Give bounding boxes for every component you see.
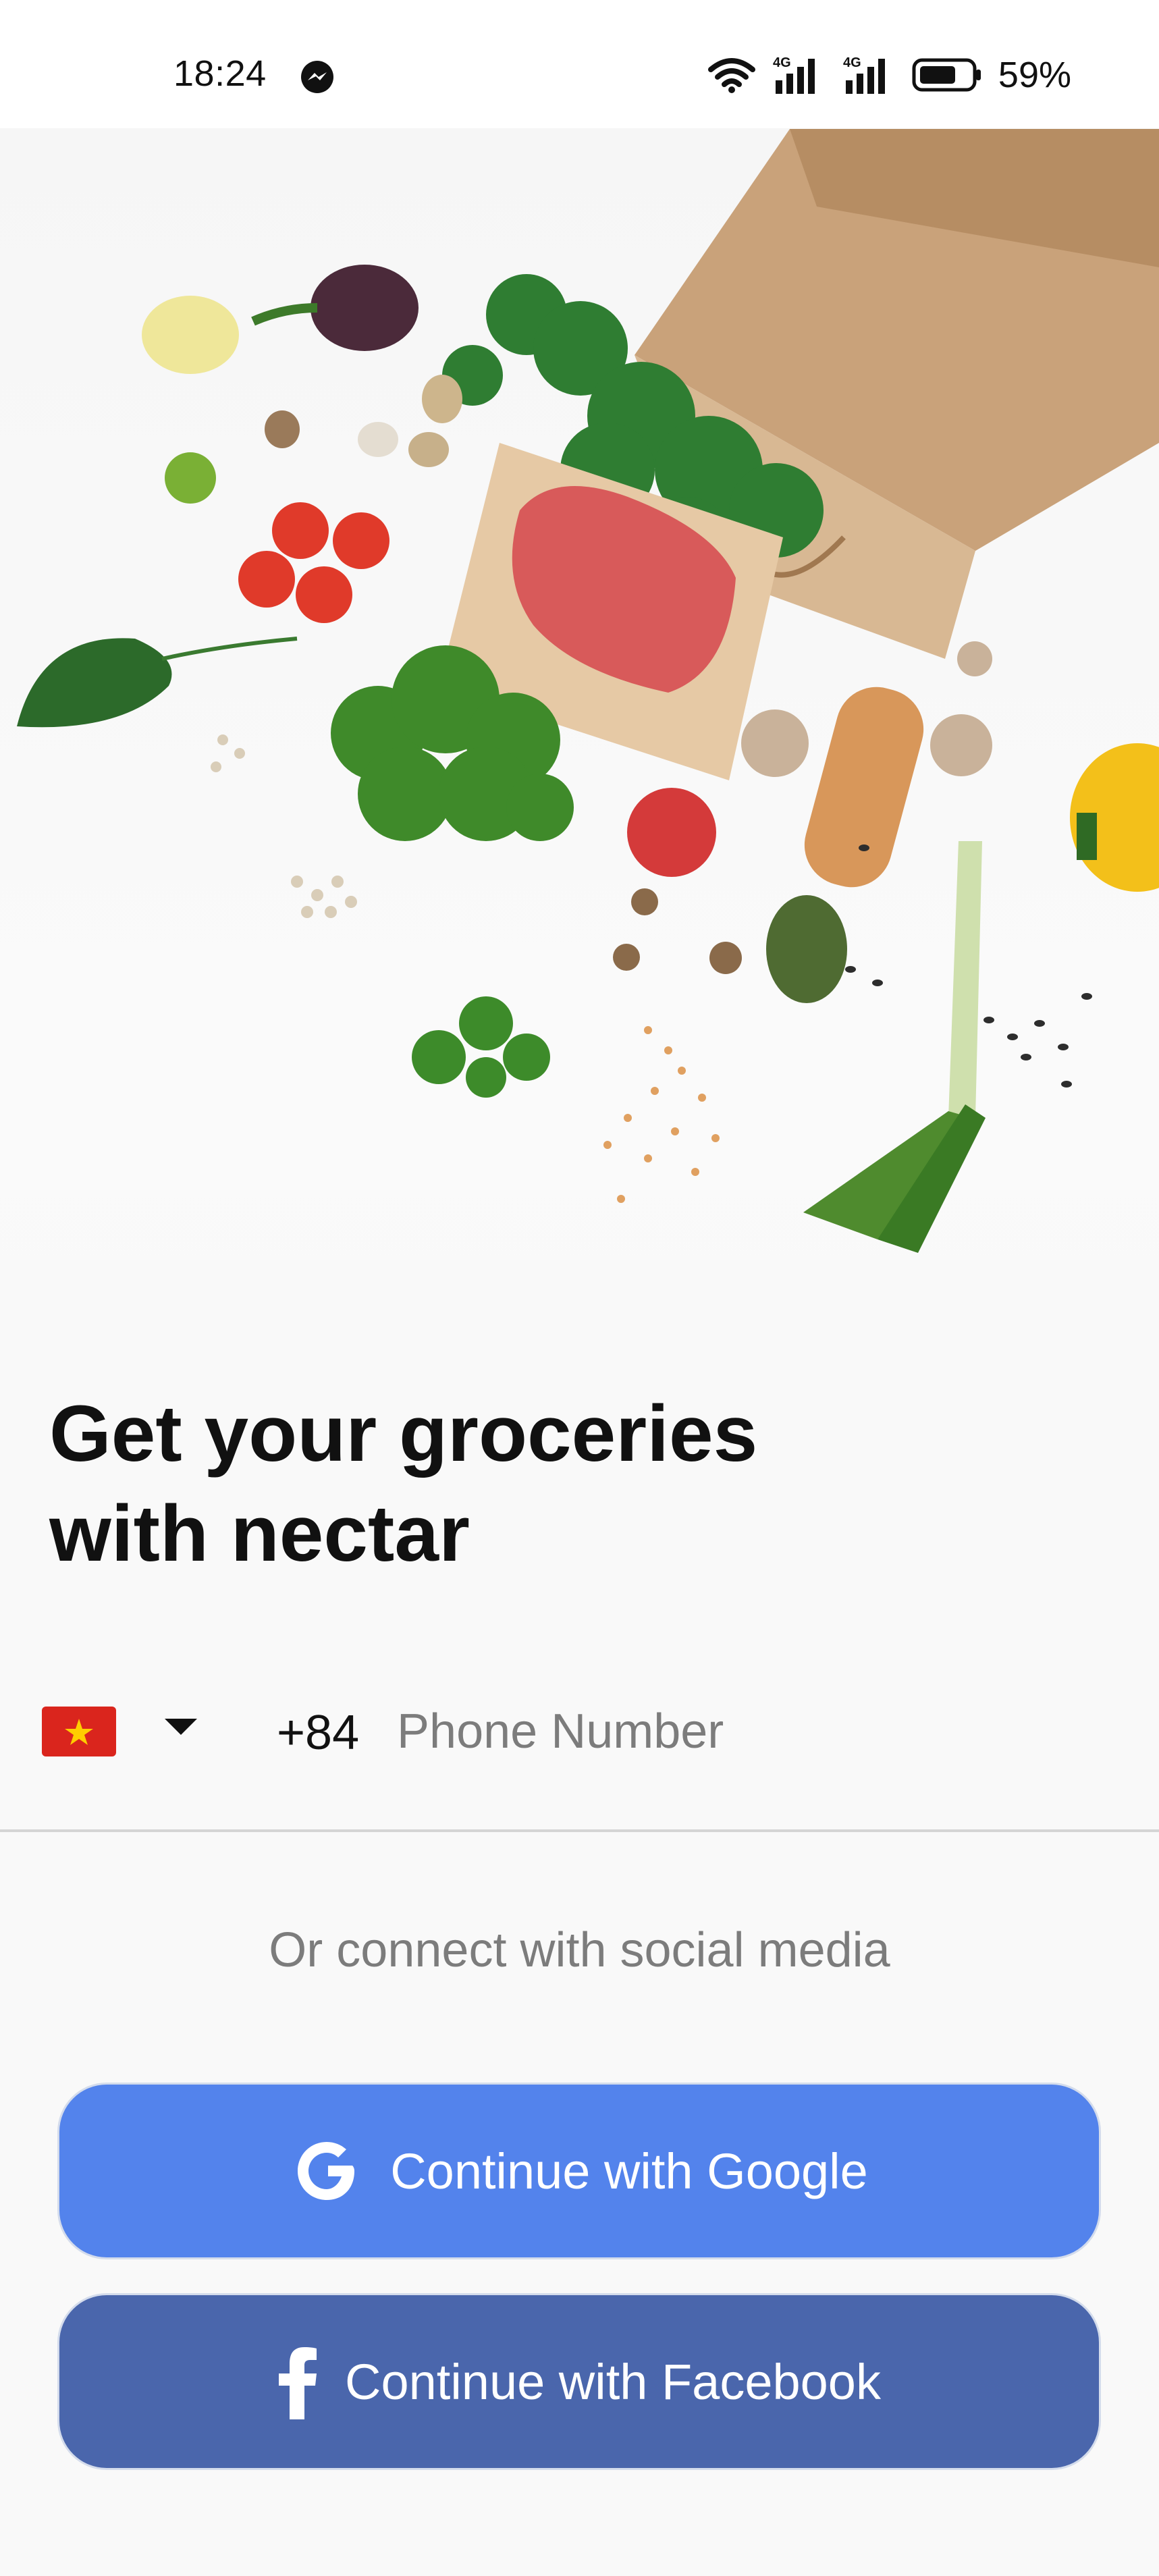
leek-icon bbox=[803, 841, 986, 1253]
herb-sprig-icon bbox=[412, 996, 550, 1098]
page-title-line2: with nectar bbox=[49, 1489, 470, 1578]
yellow-pepper-icon bbox=[1070, 743, 1159, 892]
status-time: 18:24 bbox=[173, 53, 267, 94]
lime-icon bbox=[165, 452, 216, 504]
page-title-line1: Get your groceries bbox=[49, 1389, 758, 1478]
avocado-icon bbox=[766, 895, 847, 1003]
battery-icon bbox=[912, 58, 981, 92]
phone-number-input[interactable] bbox=[397, 1694, 1106, 1769]
groceries-hero-image bbox=[0, 65, 1159, 1320]
google-button-label: Continue with Google bbox=[390, 2143, 868, 2199]
messenger-icon bbox=[301, 61, 333, 93]
bread-icon bbox=[804, 687, 924, 888]
battery-percentage: 59% bbox=[998, 55, 1071, 95]
continue-with-google-button[interactable]: Continue with Google bbox=[59, 2085, 1099, 2257]
status-bar: 18:24 4G 4G 59% bbox=[0, 0, 1159, 128]
status-icons: 4G 4G 59% bbox=[707, 51, 1071, 99]
facebook-button-label: Continue with Facebook bbox=[345, 2353, 881, 2410]
country-dropdown-caret-icon[interactable] bbox=[165, 1719, 197, 1735]
country-dial-code: +84 bbox=[277, 1706, 360, 1760]
signal-4g-icon: 4G bbox=[773, 55, 815, 94]
page-title: Get your groceries with nectar bbox=[49, 1384, 927, 1584]
social-media-caption: Or connect with social media bbox=[269, 1923, 890, 1977]
phone-input-underline bbox=[0, 1829, 1159, 1832]
facebook-icon bbox=[279, 2347, 317, 2419]
google-icon bbox=[298, 2142, 355, 2200]
svg-text:4G: 4G bbox=[843, 55, 861, 70]
vietnam-flag-icon[interactable] bbox=[42, 1707, 116, 1756]
phone-number-row: +84 bbox=[0, 1681, 1159, 1829]
signal-4g-icon: 4G bbox=[843, 55, 885, 94]
onion-icon bbox=[142, 296, 239, 374]
apple-icon bbox=[627, 788, 716, 877]
continue-with-facebook-button[interactable]: Continue with Facebook bbox=[59, 2295, 1099, 2468]
eggplant-icon bbox=[251, 265, 419, 351]
wifi-icon bbox=[707, 58, 755, 93]
tomatoes-icon bbox=[238, 502, 389, 623]
svg-text:4G: 4G bbox=[773, 55, 791, 70]
spinach-leaf-icon bbox=[17, 637, 298, 728]
groceries-illustration bbox=[17, 129, 1159, 1253]
